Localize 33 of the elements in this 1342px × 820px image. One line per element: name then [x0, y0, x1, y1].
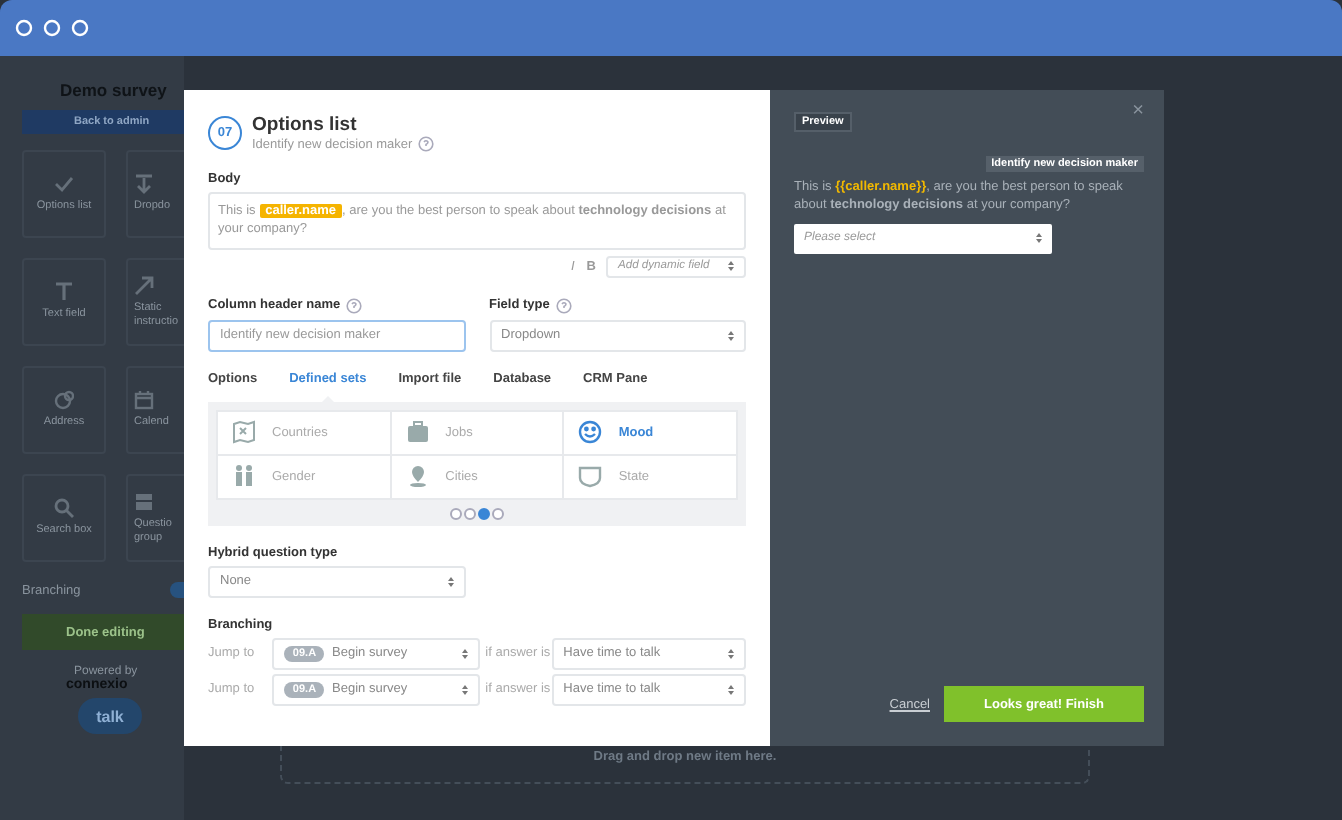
page-dot[interactable] — [478, 507, 490, 520]
calendar-icon — [134, 390, 154, 411]
select-arrows-icon — [728, 683, 734, 696]
select-arrows-icon — [1036, 232, 1042, 245]
select-arrows-icon — [728, 647, 734, 660]
search-icon — [54, 498, 74, 519]
page-dot[interactable] — [464, 507, 476, 520]
help-icon[interactable] — [346, 297, 363, 314]
help-icon[interactable] — [555, 297, 572, 314]
window-controls-icon[interactable] — [14, 18, 94, 38]
smiley-icon — [578, 420, 603, 445]
shield-icon — [578, 464, 603, 489]
briefcase-icon — [405, 420, 430, 445]
download-icon — [134, 174, 154, 195]
text-icon — [54, 282, 74, 303]
close-button[interactable]: × — [1132, 102, 1144, 122]
select-arrows-icon — [461, 647, 468, 660]
talk-logo: talk — [78, 698, 142, 734]
people-icon — [232, 464, 256, 489]
select-arrows-icon — [448, 575, 454, 588]
select-arrows-icon — [728, 260, 734, 273]
branching-toggle[interactable] — [170, 582, 184, 598]
page-dot[interactable] — [492, 507, 504, 520]
select-arrows-icon — [728, 329, 734, 342]
arrow-icon — [134, 276, 154, 297]
page-dot[interactable] — [450, 507, 462, 520]
modal-title: Options list — [252, 114, 359, 136]
box-icon — [134, 492, 154, 513]
map-icon — [232, 420, 256, 445]
pin-icon — [405, 464, 430, 489]
check-icon — [54, 174, 74, 195]
help-icon[interactable] — [418, 136, 435, 152]
select-arrows-icon — [461, 683, 468, 696]
